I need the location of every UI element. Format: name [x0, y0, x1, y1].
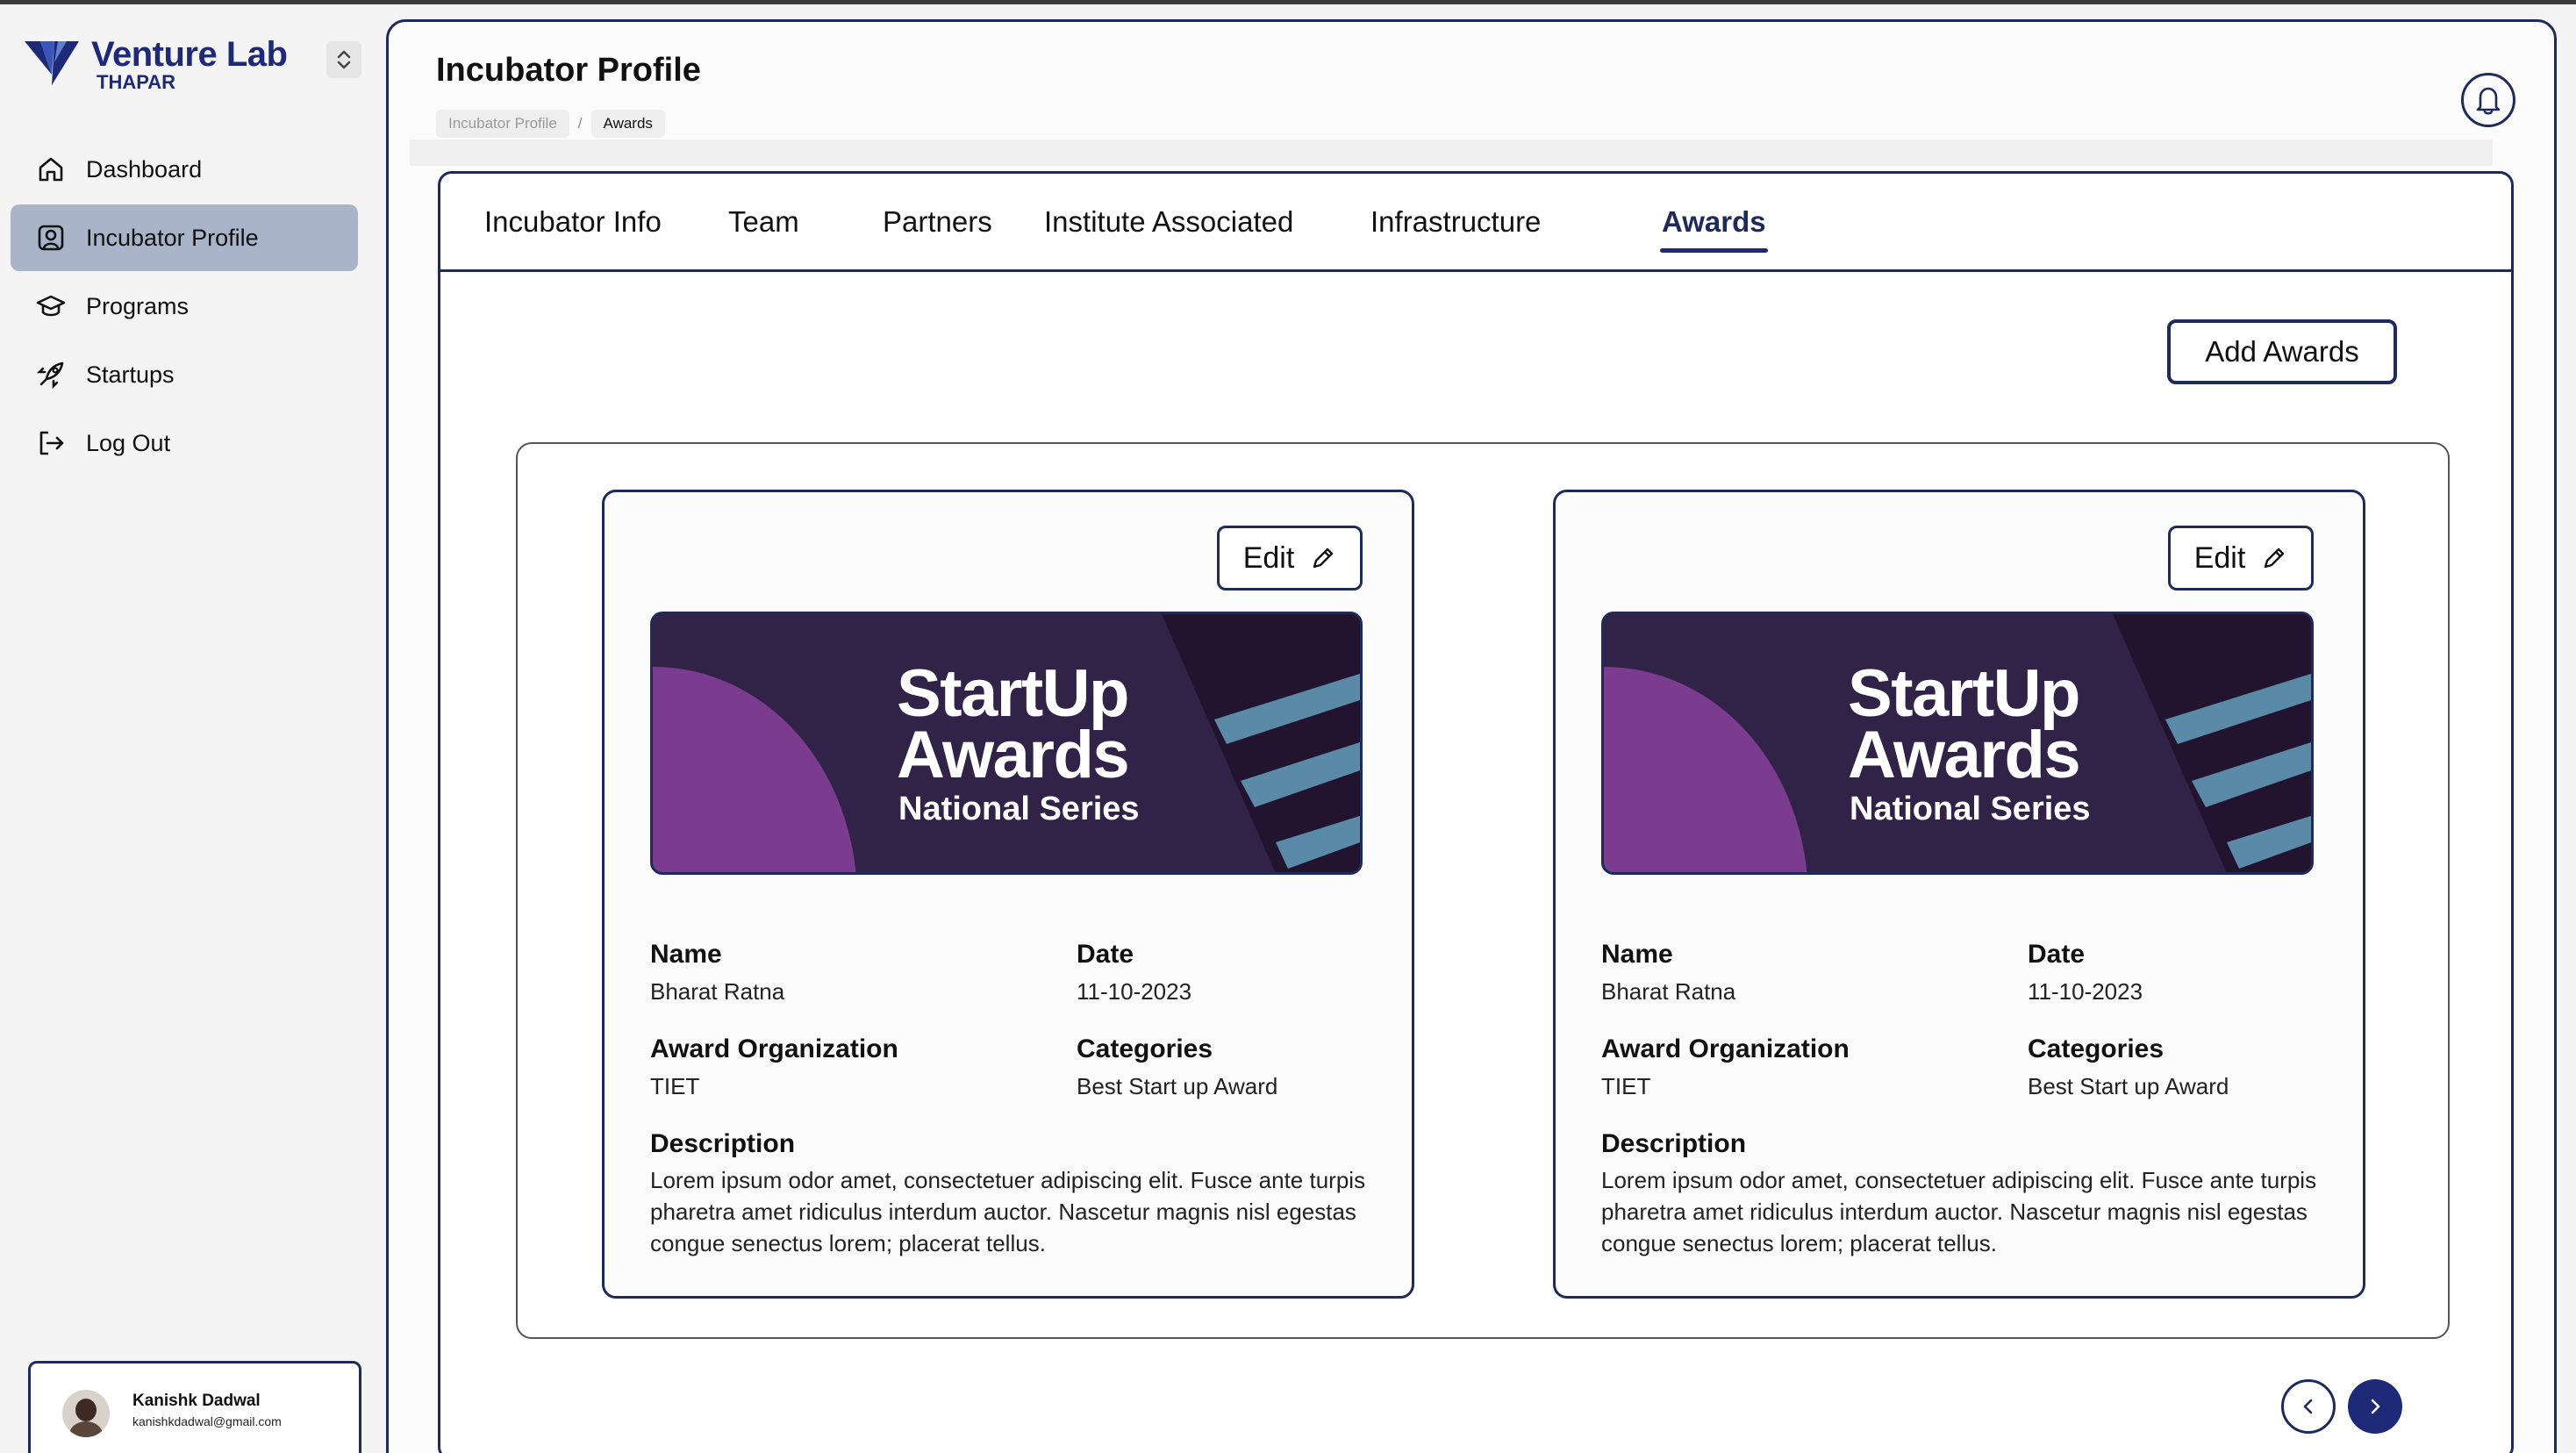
- logout-icon: [35, 427, 67, 459]
- sidebar-item-logout[interactable]: Log Out: [11, 410, 358, 476]
- field-value: 11-10-2023: [1077, 978, 1192, 1005]
- window-top-border: [0, 0, 2576, 4]
- profile-icon: [35, 222, 67, 254]
- field-categories: Categories Best Start up Award: [1077, 1034, 1445, 1100]
- banner-text: StartUp Awards National Series: [897, 656, 1140, 832]
- field-label: Name: [1601, 940, 1673, 969]
- user-name: Kanishk Dadwal: [132, 1392, 261, 1410]
- home-icon: [35, 154, 67, 185]
- award-banner-image: StartUp Awards National Series: [650, 612, 1363, 875]
- banner-text: StartUp Awards National Series: [1848, 656, 2091, 832]
- award-card: Edit StartUp Awards National Series Name…: [1553, 490, 2365, 1299]
- page-title: Incubator Profile: [436, 52, 701, 89]
- awards-section: Incubator Info Team Partners Institute A…: [438, 171, 2514, 1453]
- field-award-organization: Award Organization TIET: [650, 1034, 1019, 1100]
- banner-line-2: Awards: [897, 718, 1130, 792]
- sidebar: Venture Lab THAPAR Dashboard Incubator P…: [0, 4, 383, 1453]
- field-label: Date: [1077, 940, 1134, 969]
- field-label: Award Organization: [650, 1034, 898, 1063]
- header-divider: [410, 140, 2493, 166]
- field-value: TIET: [1601, 1073, 1651, 1099]
- breadcrumb-item-awards: Awards: [590, 110, 665, 138]
- award-card: Edit StartUp Awards National Series Name…: [602, 490, 1414, 1299]
- user-email: kanishkdadwal@gmail.com: [132, 1414, 282, 1428]
- sidebar-nav: Dashboard Incubator Profile Programs Sta…: [11, 136, 358, 476]
- sidebar-item-dashboard[interactable]: Dashboard: [11, 136, 358, 203]
- chevron-right-icon: [2371, 1399, 2380, 1414]
- field-value: Best Start up Award: [2028, 1073, 2229, 1099]
- add-awards-button[interactable]: Add Awards: [2167, 319, 2397, 384]
- chevron-up-down-icon: [337, 50, 351, 69]
- bell-icon: [2476, 87, 2501, 115]
- next-page-button[interactable]: [2348, 1379, 2402, 1434]
- edit-award-button[interactable]: Edit: [2168, 526, 2314, 591]
- tab-infrastructure[interactable]: Infrastructure: [1370, 205, 1541, 239]
- pencil-icon: [2265, 548, 2285, 569]
- awards-carousel: Edit StartUp Awards National Series Name…: [516, 442, 2450, 1339]
- field-date: Date 11-10-2023: [1077, 940, 1445, 1006]
- field-description: Description Lorem ipsum odor amet, conse…: [1601, 1129, 2329, 1259]
- sidebar-item-label: Dashboard: [86, 155, 203, 183]
- tab-awards[interactable]: Awards: [1660, 205, 1768, 253]
- banner-line-2: Awards: [1848, 718, 2081, 792]
- graduation-cap-icon: [35, 290, 67, 322]
- avatar: [62, 1390, 110, 1437]
- sidebar-item-label: Incubator Profile: [86, 224, 259, 251]
- sidebar-item-startups[interactable]: Startups: [11, 341, 358, 408]
- banner-line-1: StartUp: [1848, 656, 2080, 731]
- breadcrumb-item-incubator-profile[interactable]: Incubator Profile: [436, 110, 569, 138]
- breadcrumb: Incubator Profile / Awards: [436, 110, 665, 138]
- sidebar-item-label: Log Out: [86, 429, 171, 456]
- field-value: Lorem ipsum odor amet, consectetuer adip…: [650, 1167, 1366, 1256]
- field-label: Categories: [1077, 1034, 1213, 1063]
- sidebar-item-programs[interactable]: Programs: [11, 273, 358, 340]
- field-label: Categories: [2028, 1034, 2165, 1063]
- field-award-organization: Award Organization TIET: [1601, 1034, 1970, 1100]
- field-value: 11-10-2023: [2028, 978, 2143, 1005]
- edit-award-button[interactable]: Edit: [1217, 526, 1363, 591]
- field-label: Description: [650, 1129, 796, 1158]
- tab-partners[interactable]: Partners: [883, 205, 992, 239]
- banner-line-1: StartUp: [897, 656, 1129, 731]
- field-description: Description Lorem ipsum odor amet, conse…: [650, 1129, 1378, 1259]
- brand-title: Venture Lab: [91, 35, 288, 74]
- field-value: Lorem ipsum odor amet, consectetuer adip…: [1601, 1167, 2317, 1256]
- field-label: Date: [2028, 940, 2086, 969]
- pencil-icon: [1313, 548, 1334, 569]
- field-label: Name: [650, 940, 722, 969]
- brand-subtitle: THAPAR: [97, 71, 176, 93]
- previous-page-button[interactable]: [2281, 1379, 2336, 1434]
- field-value: TIET: [650, 1073, 700, 1099]
- chevron-left-icon: [2303, 1399, 2313, 1414]
- main-panel: Incubator Profile Incubator Profile / Aw…: [386, 19, 2557, 1453]
- breadcrumb-separator: /: [577, 115, 583, 132]
- edit-label: Edit: [1242, 540, 1295, 575]
- user-card[interactable]: Kanishk Dadwal kanishkdadwal@gmail.com: [28, 1361, 361, 1453]
- brand[interactable]: Venture Lab THAPAR: [23, 35, 288, 93]
- tab-team[interactable]: Team: [728, 205, 799, 239]
- field-name: Name Bharat Ratna: [1601, 940, 1970, 1006]
- profile-tabs: Incubator Info Team Partners Institute A…: [440, 174, 2511, 272]
- field-label: Award Organization: [1601, 1034, 1850, 1063]
- field-categories: Categories Best Start up Award: [2028, 1034, 2396, 1100]
- field-value: Bharat Ratna: [1601, 978, 1736, 1005]
- tab-institute-associated[interactable]: Institute Associated: [1044, 205, 1293, 239]
- sidebar-item-label: Programs: [86, 292, 190, 319]
- banner-line-3: National Series: [898, 791, 1140, 827]
- banner-line-3: National Series: [1850, 791, 2091, 827]
- edit-label: Edit: [2193, 540, 2246, 575]
- notifications-button[interactable]: [2461, 73, 2515, 127]
- field-name: Name Bharat Ratna: [650, 940, 1019, 1006]
- sidebar-item-incubator-profile[interactable]: Incubator Profile: [11, 204, 358, 271]
- rocket-icon: [35, 359, 67, 390]
- field-value: Bharat Ratna: [650, 978, 785, 1005]
- field-date: Date 11-10-2023: [2028, 940, 2396, 1006]
- workspace-switch-button[interactable]: [326, 41, 361, 78]
- tab-incubator-info[interactable]: Incubator Info: [484, 205, 662, 239]
- venture-lab-logo-icon: [25, 41, 79, 85]
- sidebar-item-label: Startups: [86, 361, 175, 388]
- field-label: Description: [1601, 1129, 1747, 1158]
- award-banner-image: StartUp Awards National Series: [1601, 612, 2314, 875]
- field-value: Best Start up Award: [1077, 1073, 1278, 1099]
